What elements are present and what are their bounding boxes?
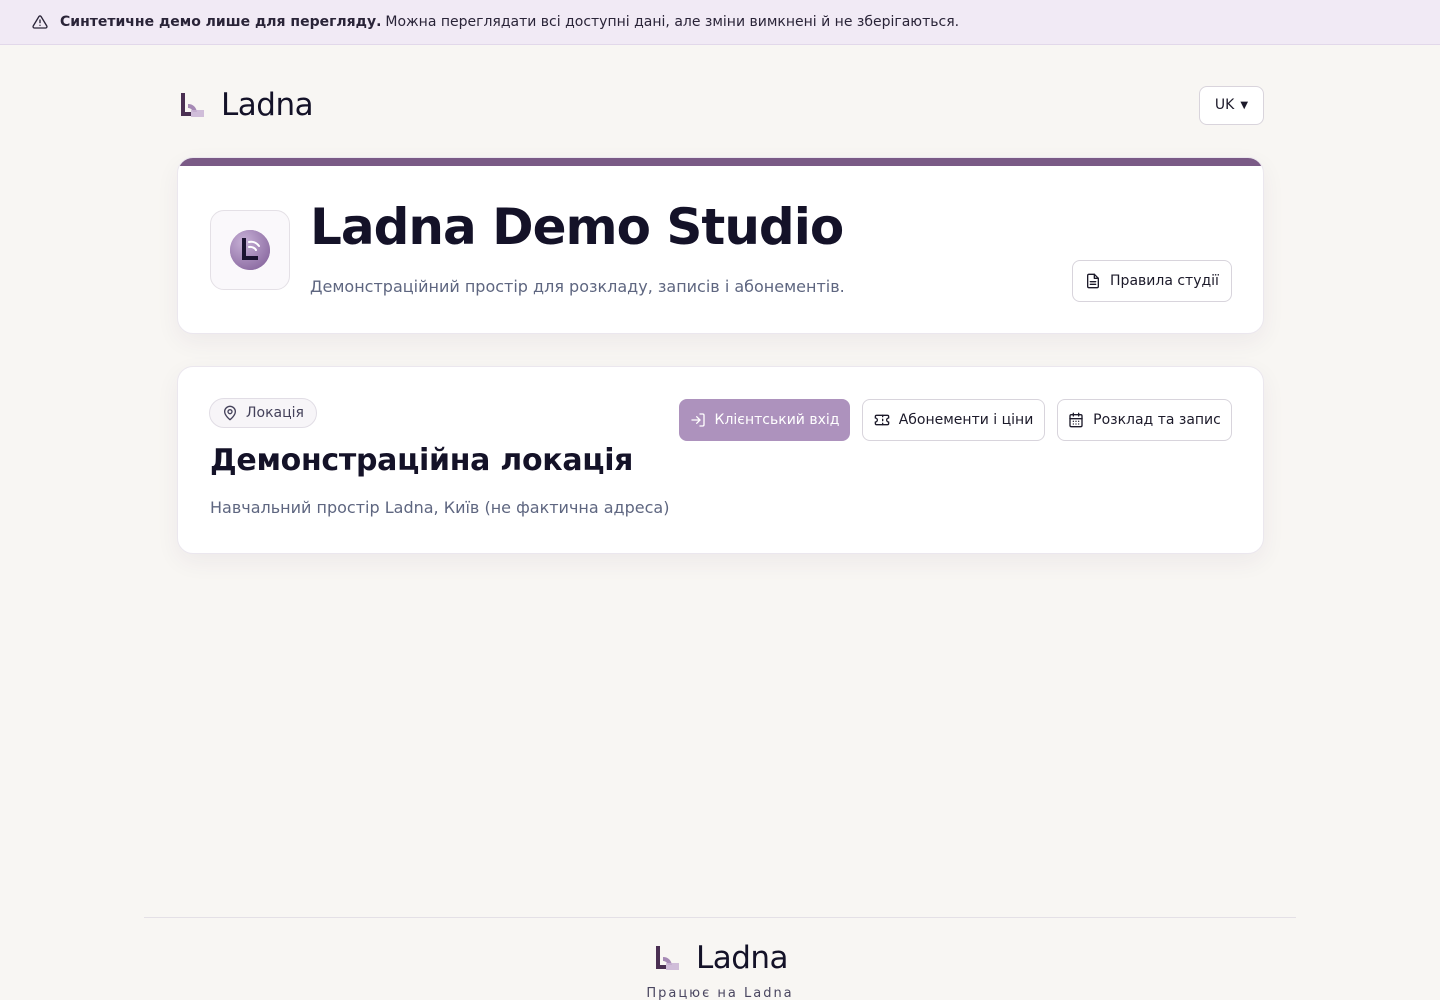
calendar-icon — [1069, 412, 1083, 428]
location-card: Локація Демонстраційна локація Навчальни… — [177, 366, 1264, 554]
powered-by: Працює на Ladna — [646, 986, 794, 1000]
studio-logo-icon — [230, 230, 270, 270]
warning-icon — [32, 14, 48, 30]
language-select[interactable]: UK ▼ — [1199, 85, 1264, 125]
brand-name: Ladna — [221, 87, 314, 123]
studio-card: Ladna Demo Studio Демонстраційний прості… — [177, 157, 1264, 334]
client-login-label: Клієнтський вхід — [714, 412, 840, 428]
log-in-icon — [690, 413, 705, 427]
footer-brand-name: Ladna — [695, 940, 789, 976]
brand-home-link[interactable]: Ladna — [177, 87, 314, 123]
document-icon — [1087, 273, 1100, 289]
studio-title: Ladna Demo Studio — [310, 198, 844, 256]
footer-brand[interactable]: Ladna — [0, 940, 1440, 976]
schedule-button[interactable]: Розклад та запис — [1057, 399, 1232, 441]
subscriptions-button[interactable]: Абонементи і ціни — [862, 399, 1045, 441]
studio-rules-button[interactable]: Правила студії — [1072, 260, 1232, 302]
ticket-icon — [874, 414, 890, 426]
location-title: Демонстраційна локація — [210, 443, 634, 478]
chevron-down-icon: ▼ — [1240, 99, 1249, 111]
site-header: Ladna UK ▼ — [177, 85, 1264, 125]
banner-strong: Синтетичне демо лише для перегляду. — [60, 14, 382, 30]
demo-banner: Синтетичне демо лише для перегляду. Можн… — [0, 0, 1440, 45]
language-value: UK — [1214, 97, 1235, 113]
schedule-label: Розклад та запис — [1093, 412, 1221, 428]
studio-logo — [210, 210, 290, 290]
location-chip-label: Локація — [246, 405, 304, 421]
studio-subtitle: Демонстраційний простір для розкладу, за… — [310, 277, 845, 296]
location-address: Навчальний простір Ladna, Київ (не факти… — [210, 498, 670, 517]
ladna-logo-icon — [655, 946, 679, 970]
studio-rules-label: Правила студії — [1110, 273, 1219, 289]
accent-bar — [178, 158, 1263, 166]
ladna-logo-icon — [181, 93, 204, 117]
client-login-button[interactable]: Клієнтський вхід — [679, 399, 850, 441]
footer-divider — [144, 917, 1296, 918]
map-pin-icon — [224, 405, 236, 421]
subscriptions-label: Абонементи і ціни — [898, 412, 1034, 428]
location-chip: Локація — [209, 398, 317, 428]
banner-text: Можна переглядати всі доступні дані, але… — [385, 14, 960, 30]
